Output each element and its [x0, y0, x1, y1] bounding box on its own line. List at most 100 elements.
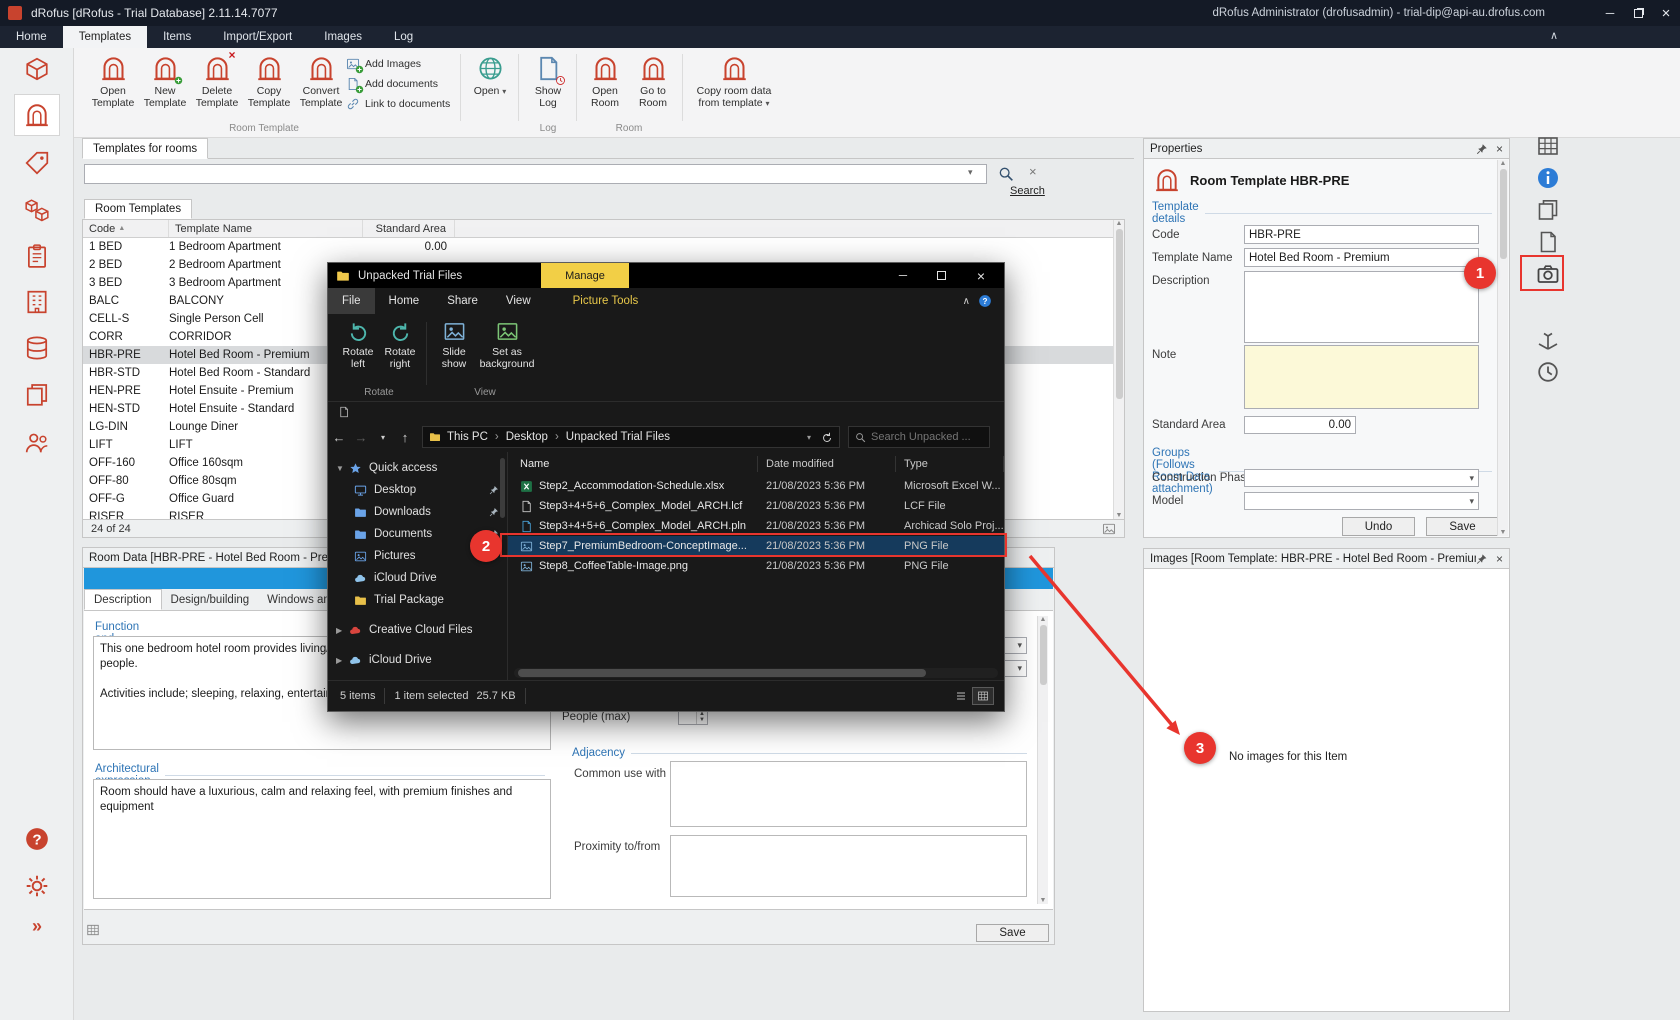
construction-phase-dropdown[interactable]: ▾	[1244, 469, 1479, 487]
tab-design-building[interactable]: Design/building	[162, 589, 259, 610]
recent-locations-caret-icon[interactable]: ▾	[372, 433, 394, 442]
help-icon[interactable]	[978, 294, 992, 308]
room-data-save-button[interactable]: Save	[976, 924, 1049, 942]
properties-scrollbar[interactable]: ▲▼	[1497, 160, 1508, 536]
sidebar-item-items[interactable]	[14, 189, 60, 231]
forward-icon[interactable]: →	[350, 430, 372, 445]
room-data-scrollbar[interactable]: ▲▼	[1037, 616, 1048, 904]
tab-templates[interactable]: Templates	[63, 26, 147, 48]
sidebar-item-systems[interactable]	[14, 327, 60, 369]
close-panel-icon[interactable]: ×	[1496, 142, 1503, 156]
undo-button[interactable]: Undo	[1342, 517, 1415, 536]
explorer-tab-file[interactable]: File	[328, 288, 375, 314]
search-icon[interactable]	[998, 166, 1014, 182]
help-button[interactable]	[14, 818, 60, 860]
horizontal-scrollbar[interactable]	[514, 668, 998, 678]
www-open-button[interactable]: Open ▾	[466, 52, 514, 124]
model-3d-tool-icon[interactable]	[1536, 328, 1560, 352]
tab-log[interactable]: Log	[378, 26, 429, 48]
column-header-standard-area[interactable]: Standard Area	[363, 220, 455, 237]
qat-file-icon[interactable]	[338, 406, 350, 418]
table-scrollbar[interactable]: ▲▼	[1113, 220, 1124, 519]
scroll-up-icon[interactable]: ▲	[1116, 220, 1123, 227]
model-dropdown[interactable]: ▾	[1244, 492, 1479, 510]
tab-room-templates[interactable]: Room Templates	[84, 199, 192, 219]
common-use-field[interactable]	[670, 761, 1027, 827]
gallery-icon[interactable]	[1102, 522, 1116, 536]
tab-images[interactable]: Images	[308, 26, 378, 48]
pin-icon[interactable]	[1476, 553, 1488, 565]
sidebar-item-projects[interactable]	[14, 48, 60, 90]
nav-scrollbar-thumb[interactable]	[500, 458, 505, 518]
file-row[interactable]: Step8_CoffeeTable-Image.png 21/08/2023 5…	[508, 556, 1004, 576]
breadcrumb[interactable]: This PC › Desktop › Unpacked Trial Files…	[422, 426, 840, 448]
expand-sidebar-button[interactable]: »	[14, 905, 60, 947]
nav-item-downloads[interactable]: Downloads	[328, 501, 507, 523]
template-row[interactable]: 1 BED1 Bedroom Apartment0.00	[83, 238, 1124, 256]
nav-item-creative-cloud[interactable]: ▶Creative Cloud Files	[328, 619, 507, 641]
documents-tool-icon[interactable]	[1536, 198, 1560, 222]
collapse-ribbon-icon[interactable]: ∧	[1550, 29, 1558, 42]
explorer-close-button[interactable]: ×	[968, 263, 994, 288]
sidebar-item-rooms[interactable]	[14, 94, 60, 136]
templates-search-input[interactable]	[84, 164, 987, 184]
add-images-button[interactable]: Add Images	[346, 55, 421, 72]
tab-templates-for-rooms[interactable]: Templates for rooms	[82, 138, 208, 159]
copy-template-button[interactable]: CopyTemplate	[242, 52, 296, 124]
nav-item-icloud-drive-root[interactable]: ▶iCloud Drive	[328, 649, 507, 671]
info-icon[interactable]	[1536, 166, 1560, 190]
explorer-minimize-button[interactable]: ─	[890, 263, 916, 288]
nav-item-trial-package[interactable]: Trial Package	[328, 589, 507, 611]
convert-template-button[interactable]: ConvertTemplate	[294, 52, 348, 124]
chevron-right-icon[interactable]: ▶	[336, 656, 349, 665]
search-link[interactable]: Search	[1010, 185, 1045, 197]
breadcrumb-desktop[interactable]: Desktop	[506, 431, 548, 443]
architectural-expression-field[interactable]: Room should have a luxurious, calm and r…	[93, 779, 551, 899]
thumbnail-view-toggle[interactable]	[972, 687, 994, 705]
explorer-maximize-button[interactable]	[928, 263, 954, 288]
column-header-date-modified[interactable]: Date modified	[758, 456, 896, 472]
close-panel-icon[interactable]: ×	[1496, 552, 1503, 566]
sidebar-item-contacts[interactable]	[14, 422, 60, 464]
pin-icon[interactable]	[1476, 143, 1488, 155]
restore-button[interactable]	[1624, 0, 1652, 26]
nav-item-quick-access[interactable]: ▼Quick access	[328, 457, 507, 479]
scroll-down-icon[interactable]: ▼	[1500, 529, 1507, 536]
clear-search-icon[interactable]: ×	[1029, 164, 1037, 179]
chevron-down-icon[interactable]: ▼	[336, 464, 349, 473]
close-button[interactable]: ×	[1652, 0, 1680, 26]
column-header-code[interactable]: Code ▲	[83, 220, 169, 237]
note-field[interactable]	[1244, 345, 1479, 409]
up-icon[interactable]: ↑	[394, 430, 416, 445]
description-field[interactable]	[1244, 271, 1479, 343]
tab-description[interactable]: Description	[84, 589, 162, 610]
scroll-down-icon[interactable]: ▼	[1116, 512, 1123, 519]
copy-room-data-button[interactable]: Copy room data from template ▾	[688, 52, 780, 124]
sidebar-item-reports[interactable]	[14, 235, 60, 277]
nav-item-icloud-drive[interactable]: iCloud Drive	[328, 567, 507, 589]
document-tool-icon[interactable]	[1536, 230, 1560, 254]
link-to-documents-button[interactable]: Link to documents	[346, 95, 450, 112]
scrollbar-thumb[interactable]	[1500, 169, 1507, 259]
scroll-up-icon[interactable]: ▲	[1500, 160, 1507, 167]
rotate-left-button[interactable]: Rotateleft	[336, 320, 380, 370]
open-room-button[interactable]: OpenRoom	[582, 52, 628, 124]
scroll-up-icon[interactable]: ▲	[1040, 616, 1047, 623]
explorer-tab-share[interactable]: Share	[433, 288, 492, 314]
sidebar-item-products[interactable]	[14, 142, 60, 184]
back-icon[interactable]: ←	[328, 430, 350, 445]
add-documents-button[interactable]: Add documents	[346, 75, 438, 92]
go-to-room-button[interactable]: Go toRoom	[630, 52, 676, 124]
delete-template-button[interactable]: × DeleteTemplate	[190, 52, 244, 124]
scrollbar-thumb[interactable]	[518, 669, 926, 677]
code-field[interactable]	[1244, 225, 1479, 244]
settings-button[interactable]	[14, 865, 60, 907]
history-tool-icon[interactable]	[1536, 360, 1560, 384]
breadcrumb-this-pc[interactable]: This PC	[447, 431, 488, 443]
proximity-field[interactable]	[670, 835, 1027, 897]
explorer-search-box[interactable]	[848, 426, 990, 448]
details-view-toggle[interactable]	[950, 687, 972, 705]
address-caret-icon[interactable]: ▾	[807, 433, 811, 442]
set-as-background-button[interactable]: Set asbackground	[476, 320, 538, 370]
explorer-search-input[interactable]	[871, 431, 971, 443]
